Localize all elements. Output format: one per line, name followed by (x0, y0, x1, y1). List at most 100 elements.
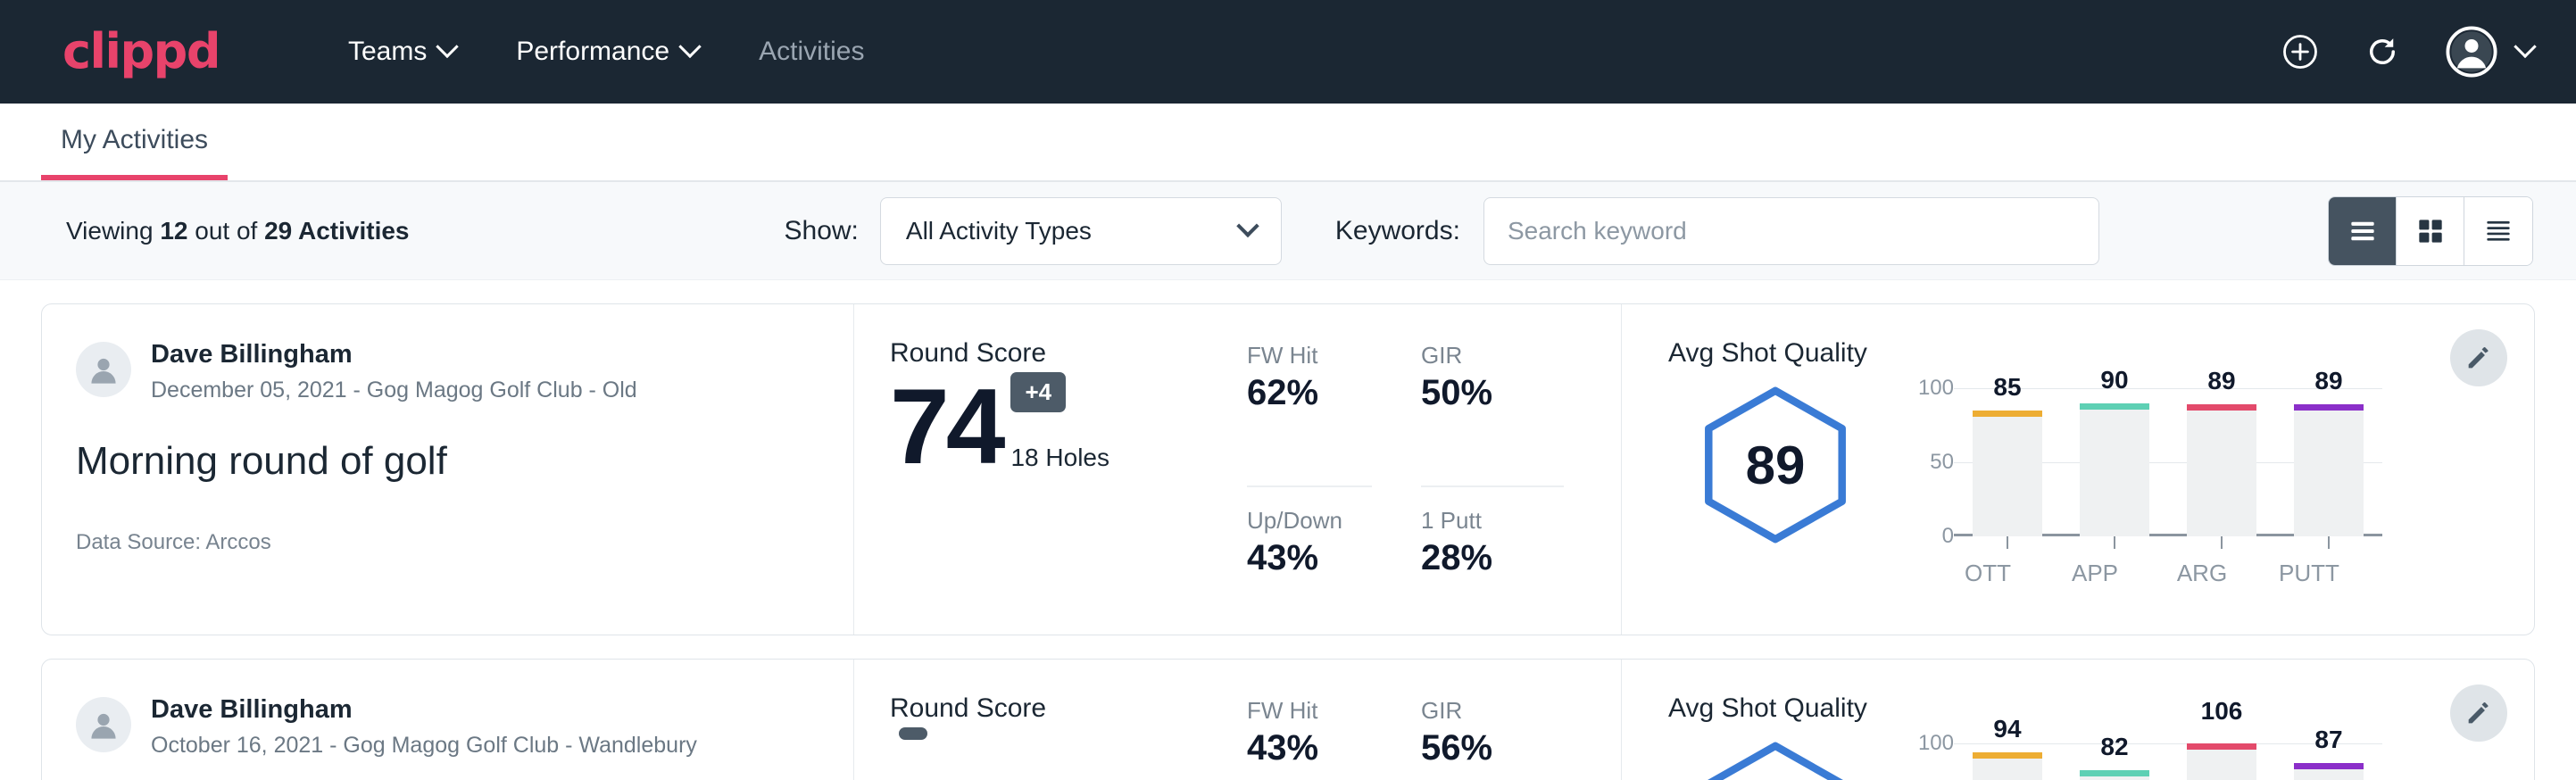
bar-arg-value: 89 (2207, 367, 2235, 395)
activity-type-select-value: All Activity Types (906, 217, 1092, 245)
stat-gir-label: GIR (1421, 697, 1564, 725)
activity-date-location: December 05, 2021 - Gog Magog Golf Club … (151, 378, 637, 403)
account-menu-button[interactable] (2446, 26, 2533, 78)
bar-putt-value: 89 (2314, 367, 2342, 395)
activity-card[interactable]: Dave Billingham October 16, 2021 - Gog M… (41, 659, 2535, 780)
chart-x-labels: OTT APP ARG PUTT (1934, 560, 2363, 587)
y-tick-100: 100 (1918, 731, 1954, 756)
shot-quality-label: Avg Shot Quality (1668, 338, 2534, 369)
app-logo[interactable]: clippd (62, 28, 220, 76)
tab-my-activities[interactable]: My Activities (41, 125, 228, 180)
stat-fw-hit-label: FW Hit (1247, 697, 1372, 725)
shot-quality-label: Avg Shot Quality (1668, 693, 2534, 724)
chevron-down-icon (436, 36, 459, 58)
stat-fw-hit-label: FW Hit (1247, 342, 1372, 369)
activity-date-location: October 16, 2021 - Gog Magog Golf Club -… (151, 733, 697, 759)
activity-list: Dave Billingham December 05, 2021 - Gog … (0, 280, 2576, 780)
chart-plot-area: 94 82 106 (1954, 743, 2382, 780)
filter-toolbar: Viewing 12 out of 29 Activities Show: Al… (0, 182, 2576, 280)
bar-arg: 106 (2187, 743, 2256, 780)
nav-item-teams-label: Teams (348, 37, 427, 67)
bar-putt: 89 (2294, 388, 2364, 536)
nav-item-activities-label: Activities (759, 37, 864, 67)
stat-1-putt-value: 28% (1421, 538, 1564, 578)
bar-app: 82 (2080, 743, 2149, 780)
stat-gir-label: GIR (1421, 342, 1564, 369)
stat-fw-hit-value: 62% (1247, 373, 1372, 413)
refresh-icon (2364, 33, 2401, 71)
compact-view-icon (2481, 214, 2515, 248)
avatar (76, 697, 131, 752)
shot-quality-overall-value: 89 (1668, 376, 1882, 545)
x-label-putt: PUTT (2274, 560, 2344, 587)
shot-quality-overall-value (1668, 731, 1882, 780)
activity-author-name: Dave Billingham (151, 693, 697, 726)
view-mode-list-button[interactable] (2329, 197, 2397, 265)
round-score-holes: 18 Holes (1010, 444, 1109, 477)
search-input[interactable] (1483, 197, 2099, 265)
round-score-value: 74 (890, 376, 1001, 477)
nav-item-teams[interactable]: Teams (318, 28, 486, 76)
viewing-count-text: Viewing 12 out of 29 Activities (66, 217, 410, 245)
nav-item-activities[interactable]: Activities (728, 28, 894, 76)
x-label-ott: OTT (1953, 560, 2023, 587)
edit-activity-button[interactable] (2450, 329, 2507, 386)
shot-quality-bar-chart: 100 50 0 85 (1902, 376, 2382, 536)
person-icon (84, 705, 123, 744)
view-mode-grid-button[interactable] (2397, 197, 2464, 265)
shot-quality-hexagon (1668, 731, 1882, 780)
stat-up-down-value: 43% (1247, 538, 1372, 578)
stat-gir-value: 50% (1421, 373, 1564, 413)
bar-ott-value: 94 (1993, 715, 2021, 743)
activity-type-select[interactable]: All Activity Types (880, 197, 1282, 265)
chart-y-axis: 100 50 0 (1902, 388, 1954, 536)
stat-gir-value: 56% (1421, 728, 1564, 768)
stat-gir: GIR 56% (1421, 697, 1564, 780)
show-filter-label: Show: (785, 216, 859, 246)
round-stats-grid: FW Hit 43% GIR 56% Up/Down 1 Putt (1247, 693, 1564, 780)
plus-circle-icon (2281, 33, 2319, 71)
stat-up-down: Up/Down 43% (1247, 487, 1372, 635)
tab-my-activities-label: My Activities (61, 125, 208, 154)
activity-summary-column: Dave Billingham October 16, 2021 - Gog M… (42, 660, 854, 780)
chart-y-axis: 100 50 0 (1902, 743, 1954, 780)
shot-quality-hexagon: 89 (1668, 376, 1882, 545)
bar-putt-value: 87 (2314, 726, 2342, 754)
pencil-icon (2464, 698, 2494, 728)
stat-fw-hit: FW Hit 62% (1247, 342, 1372, 487)
bar-ott-value: 85 (1993, 373, 2021, 402)
activity-summary-column: Dave Billingham December 05, 2021 - Gog … (42, 304, 854, 635)
view-mode-compact-button[interactable] (2464, 197, 2532, 265)
activity-shot-quality-column: Avg Shot Quality 89 100 50 0 (1622, 304, 2534, 635)
y-tick-100: 100 (1918, 376, 1954, 401)
refresh-button[interactable] (2364, 33, 2401, 71)
stat-gir: GIR 50% (1421, 342, 1564, 487)
activity-author-name: Dave Billingham (151, 338, 637, 370)
round-score-to-par-badge (899, 727, 927, 740)
bar-app-value: 90 (2100, 366, 2128, 394)
viewing-prefix: Viewing (66, 217, 160, 245)
bar-app-value: 82 (2100, 733, 2128, 761)
bar-putt: 87 (2294, 743, 2364, 780)
bar-app: 90 (2080, 388, 2149, 536)
round-score-block: Round Score (890, 693, 1247, 780)
x-label-app: APP (2060, 560, 2130, 587)
activity-title: Morning round of golf (76, 439, 812, 484)
primary-nav: Teams Performance Activities (318, 28, 894, 76)
activity-score-column: Round Score 74 +4 18 Holes FW Hit 62% GI… (854, 304, 1622, 635)
viewing-total-count: 29 Activities (264, 217, 409, 245)
activity-card[interactable]: Dave Billingham December 05, 2021 - Gog … (41, 303, 2535, 635)
stat-up-down-label: Up/Down (1247, 507, 1372, 535)
add-activity-button[interactable] (2281, 33, 2319, 71)
keywords-label: Keywords: (1335, 216, 1460, 246)
shot-quality-bar-chart: 100 50 0 94 (1902, 731, 2382, 780)
y-tick-50: 50 (1930, 450, 1954, 475)
nav-item-performance-label: Performance (516, 37, 669, 67)
account-avatar-icon (2446, 26, 2497, 78)
person-icon (84, 350, 123, 389)
nav-item-performance[interactable]: Performance (486, 28, 728, 76)
activity-author: Dave Billingham December 05, 2021 - Gog … (76, 338, 812, 403)
grid-view-icon (2414, 214, 2447, 248)
edit-activity-button[interactable] (2450, 685, 2507, 742)
chart-x-ticks (1954, 536, 2382, 549)
